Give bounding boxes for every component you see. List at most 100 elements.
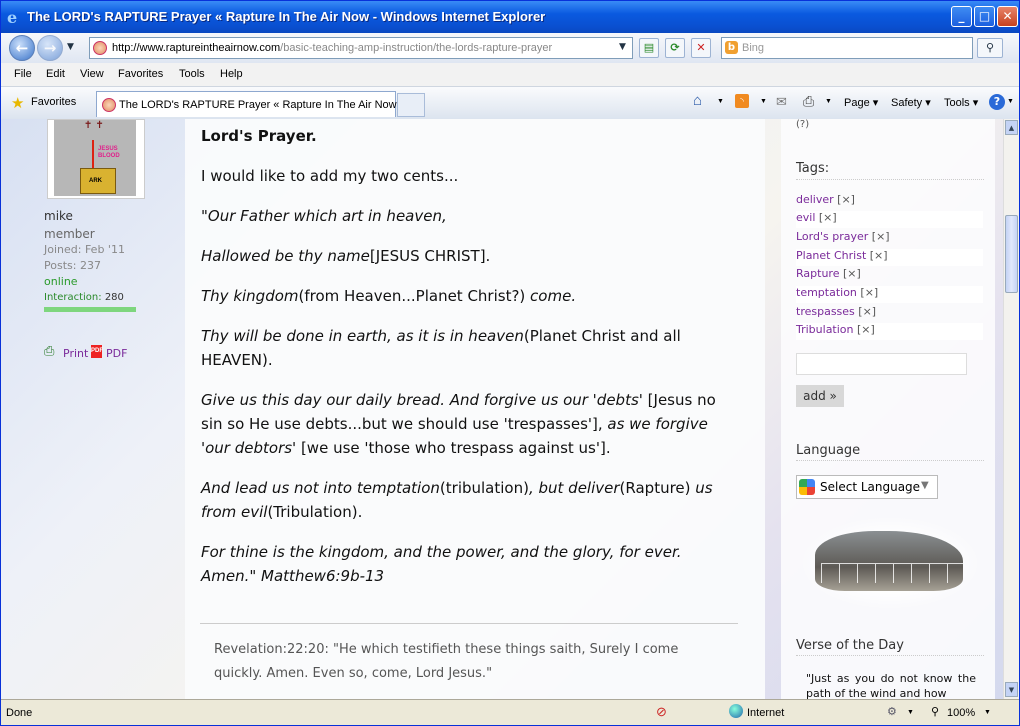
page-menu[interactable]: Page ▾ xyxy=(844,96,878,109)
tag-remove[interactable]: [×] xyxy=(860,286,878,299)
tag-item[interactable]: trespasses [×] xyxy=(796,305,983,322)
popup-blocked-icon[interactable]: ⊘ xyxy=(656,704,667,720)
address-host: http://www.raptureintheairnow.com xyxy=(112,42,281,54)
prayer-line-6f: (Tribulation). xyxy=(267,503,363,521)
back-button[interactable]: ← xyxy=(9,35,35,61)
tag-remove[interactable]: [×] xyxy=(819,211,837,224)
tag-remove[interactable]: [×] xyxy=(837,193,855,206)
feeds-icon[interactable]: ◝ xyxy=(735,94,749,108)
address-dropdown-icon[interactable]: ▼ xyxy=(619,42,626,52)
tag-remove[interactable]: [×] xyxy=(843,267,861,280)
tag-label[interactable]: Lord's prayer xyxy=(796,230,868,243)
tag-item[interactable]: deliver [×] xyxy=(796,193,983,210)
home-icon[interactable]: ⌂ xyxy=(693,92,702,109)
favorites-star-icon[interactable]: ★ xyxy=(11,94,24,112)
menu-favorites[interactable]: Favorites xyxy=(118,68,163,80)
stop-icon[interactable]: ✕ xyxy=(691,38,711,58)
avatar: ✝ ✝ JESUS BLOOD ARK xyxy=(47,119,145,199)
verse-divider xyxy=(796,655,984,656)
tag-label[interactable]: Planet Christ xyxy=(796,249,866,262)
tag-remove[interactable]: [×] xyxy=(872,230,890,243)
pdf-icon[interactable]: PDF xyxy=(91,345,103,358)
scroll-up-arrow[interactable]: ▲ xyxy=(1005,120,1018,135)
tag-item[interactable]: evil [×] xyxy=(796,211,983,228)
prayer-line-5: Give us this day our daily bread. And fo… xyxy=(201,388,731,460)
post-heading-text: Lord's Prayer xyxy=(201,127,312,145)
mail-icon[interactable]: ✉ xyxy=(776,94,787,110)
tag-label[interactable]: Tribulation xyxy=(796,323,854,336)
tag-item[interactable]: Rapture [×] xyxy=(796,267,983,284)
close-button[interactable]: ✕ xyxy=(997,6,1018,27)
tools-menu[interactable]: Tools ▾ xyxy=(944,96,978,109)
interaction-value: 280 xyxy=(104,292,124,303)
tag-label[interactable]: evil xyxy=(796,211,815,224)
tag-remove[interactable]: [×] xyxy=(858,305,876,318)
language-title: Language xyxy=(796,443,861,458)
fence xyxy=(821,563,963,583)
refresh-icon[interactable]: ⟳ xyxy=(665,38,685,58)
interaction-label: Interaction: 280 xyxy=(44,292,124,303)
help-icon[interactable]: ? xyxy=(989,94,1005,110)
search-icon[interactable]: ⚲ xyxy=(977,38,1003,58)
print-icon[interactable]: ⎙ xyxy=(803,93,814,110)
maximize-button[interactable]: □ xyxy=(974,6,995,27)
tag-remove[interactable]: [×] xyxy=(857,323,875,336)
prayer-line-6: And lead us not into temptation(tribulat… xyxy=(201,476,731,524)
title-bar: e The LORD's RAPTURE Prayer « Rapture In… xyxy=(1,1,1019,33)
language-select[interactable]: Select Language ▼ xyxy=(796,475,938,499)
user-status: online xyxy=(44,275,78,288)
print-icon[interactable]: ⎙ xyxy=(44,344,54,359)
zoom-icon[interactable]: ⚲ xyxy=(931,705,939,718)
favorites-button[interactable]: Favorites xyxy=(31,96,76,108)
forward-button[interactable]: → xyxy=(37,35,63,61)
vertical-scrollbar[interactable]: ▲ ▼ xyxy=(1003,119,1019,699)
tags-divider xyxy=(796,179,984,180)
pdf-link[interactable]: PDF xyxy=(106,347,127,360)
menu-file[interactable]: File xyxy=(14,68,32,80)
favorites-bar: ★ Favorites The LORD's RAPTURE Prayer « … xyxy=(1,87,1019,119)
tag-label[interactable]: trespasses xyxy=(796,305,855,318)
zoom-dropdown-icon[interactable]: ▼ xyxy=(984,709,991,716)
safety-menu[interactable]: Safety ▾ xyxy=(891,96,931,109)
feeds-dropdown-icon[interactable]: ▼ xyxy=(760,98,767,105)
zoom-level[interactable]: 100% xyxy=(947,707,975,719)
avatar-blood-label: JESUS BLOOD xyxy=(98,146,120,159)
scroll-down-arrow[interactable]: ▼ xyxy=(1005,682,1018,697)
prayer-line-6c: , but deliver xyxy=(528,479,620,497)
tag-item[interactable]: Tribulation [×] xyxy=(796,323,983,340)
protected-mode-icon[interactable]: ⚙ xyxy=(887,705,897,718)
address-input[interactable]: http://www.raptureintheairnow.com/basic-… xyxy=(89,37,633,59)
home-dropdown-icon[interactable]: ▼ xyxy=(717,98,724,105)
user-name[interactable]: mike xyxy=(44,209,73,223)
tag-label[interactable]: deliver xyxy=(796,193,834,206)
menu-help[interactable]: Help xyxy=(220,68,243,80)
protected-dropdown-icon[interactable]: ▼ xyxy=(907,709,914,716)
minimize-button[interactable]: _ xyxy=(951,6,972,27)
scroll-thumb[interactable] xyxy=(1005,215,1018,293)
user-role: member xyxy=(44,227,95,241)
menu-view[interactable]: View xyxy=(80,68,104,80)
tag-item[interactable]: Planet Christ [×] xyxy=(796,249,983,266)
add-tag-button[interactable]: add » xyxy=(796,385,844,407)
menu-tools[interactable]: Tools xyxy=(179,68,205,80)
tag-remove[interactable]: [×] xyxy=(870,249,888,262)
tag-label[interactable]: Rapture xyxy=(796,267,839,280)
tag-input[interactable] xyxy=(796,353,967,375)
language-divider xyxy=(796,460,984,461)
tools-menu-label: Tools xyxy=(944,97,970,109)
new-tab-button[interactable] xyxy=(397,93,425,117)
tag-item[interactable]: temptation [×] xyxy=(796,286,983,303)
compatibility-icon[interactable]: ▤ xyxy=(639,38,659,58)
print-dropdown-icon[interactable]: ▼ xyxy=(825,98,832,105)
search-input[interactable]: b Bing xyxy=(721,37,973,59)
tab-current[interactable]: The LORD's RAPTURE Prayer « Rapture In T… xyxy=(96,91,397,117)
tag-label[interactable]: temptation xyxy=(796,286,857,299)
prayer-line-3b: (from Heaven...Planet Christ?) xyxy=(298,287,526,305)
tag-item[interactable]: Lord's prayer [×] xyxy=(796,230,983,247)
menu-edit[interactable]: Edit xyxy=(46,68,65,80)
language-select-label: Select Language xyxy=(820,480,921,494)
help-dropdown-icon[interactable]: ▼ xyxy=(1007,98,1014,105)
history-dropdown-icon[interactable]: ▼ xyxy=(67,42,74,52)
print-link[interactable]: Print xyxy=(63,347,88,360)
prayer-line-3a: Thy kingdom xyxy=(201,287,299,305)
